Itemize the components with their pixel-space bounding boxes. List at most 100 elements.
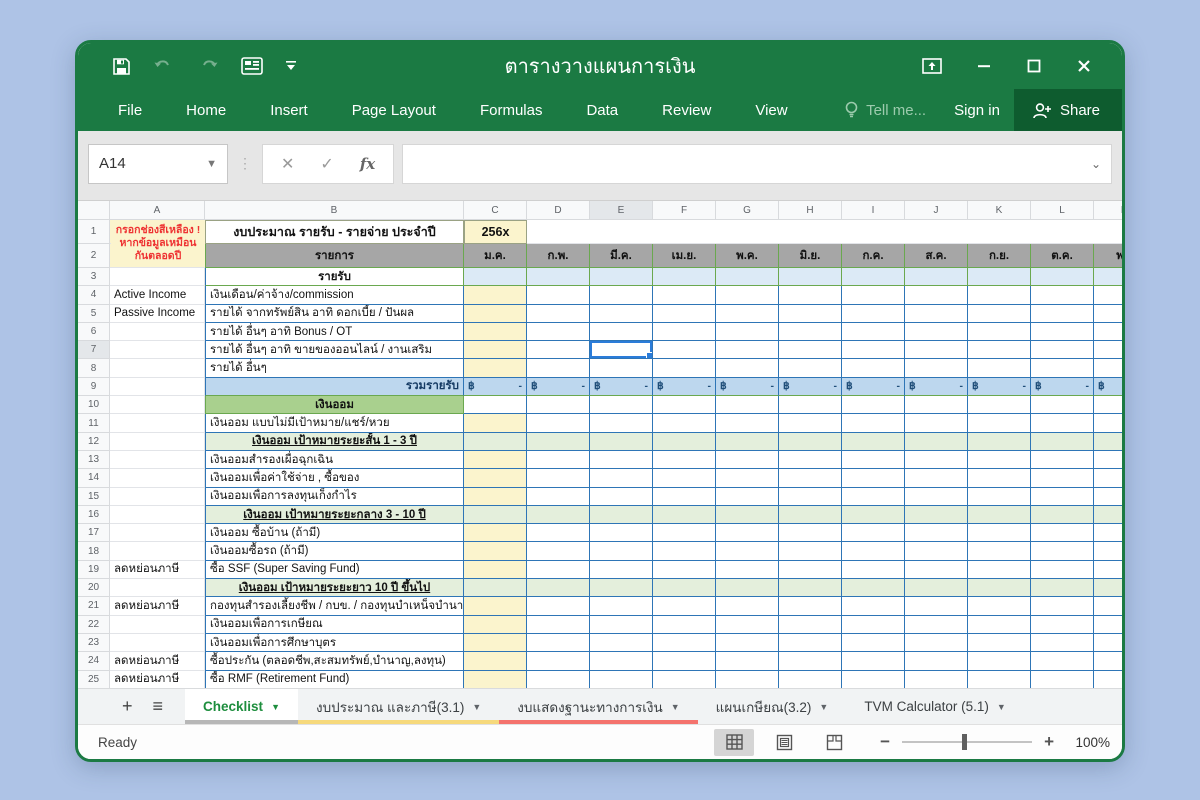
customize-qat-icon[interactable] bbox=[285, 60, 297, 72]
cell-B21[interactable]: กองทุนสำรองเลี้ยงชีพ / กบข. / กองทุนบำเห… bbox=[205, 597, 464, 615]
cell-M22[interactable] bbox=[1094, 616, 1122, 634]
note-cell[interactable]: กรอกช่องสีเหลือง !หากข้อมูลเหมือนกันตลอด… bbox=[111, 220, 205, 267]
all-sheets-icon[interactable]: ≡ bbox=[153, 696, 164, 717]
cell-A14[interactable] bbox=[110, 469, 205, 487]
cell-L19[interactable] bbox=[1031, 561, 1094, 579]
cell-J10[interactable] bbox=[905, 396, 968, 414]
cell-G11[interactable] bbox=[716, 414, 779, 432]
cell-D13[interactable] bbox=[527, 451, 590, 469]
cell-H10[interactable] bbox=[779, 396, 842, 414]
cell-A12[interactable] bbox=[110, 433, 205, 451]
cell-G8[interactable] bbox=[716, 359, 779, 377]
cell-B10[interactable]: เงินออม bbox=[205, 396, 464, 414]
touch-mode-icon[interactable] bbox=[241, 57, 263, 75]
cell-G5[interactable] bbox=[716, 305, 779, 323]
select-all-corner[interactable] bbox=[78, 201, 110, 220]
cell-J5[interactable] bbox=[905, 305, 968, 323]
cell-M17[interactable] bbox=[1094, 524, 1122, 542]
cell-A11[interactable] bbox=[110, 414, 205, 432]
insert-function-icon[interactable]: fx bbox=[360, 155, 375, 173]
column-header-D[interactable]: D bbox=[527, 201, 590, 220]
cell-K6[interactable] bbox=[968, 323, 1031, 341]
cell-B2[interactable]: รายการ bbox=[205, 244, 464, 268]
cell-J22[interactable] bbox=[905, 616, 968, 634]
cell-K12[interactable] bbox=[968, 433, 1031, 451]
cell-A15[interactable] bbox=[110, 488, 205, 506]
cell-M24[interactable] bbox=[1094, 652, 1122, 670]
row-header-8[interactable]: 8 bbox=[78, 359, 110, 377]
cell-K5[interactable] bbox=[968, 305, 1031, 323]
cell-A5[interactable]: Passive Income bbox=[110, 305, 205, 323]
cell-K15[interactable] bbox=[968, 488, 1031, 506]
cell-C1[interactable]: 256x bbox=[464, 220, 527, 244]
cell-E22[interactable] bbox=[590, 616, 653, 634]
sheet-tab-1[interactable]: Checklist▼ bbox=[185, 689, 298, 724]
cell-C7[interactable] bbox=[464, 341, 527, 359]
cell-I24[interactable] bbox=[842, 652, 905, 670]
sheet-tab-arrow-icon[interactable]: ▼ bbox=[997, 702, 1006, 712]
cell-E4[interactable] bbox=[590, 286, 653, 304]
cell-K9[interactable]: ฿- bbox=[968, 378, 1031, 396]
cell-I18[interactable] bbox=[842, 542, 905, 560]
cell-L3[interactable] bbox=[1031, 268, 1094, 286]
cell-M2[interactable]: พ.ย bbox=[1094, 244, 1122, 268]
column-header-C[interactable]: C bbox=[464, 201, 527, 220]
cell-E24[interactable] bbox=[590, 652, 653, 670]
cell-G14[interactable] bbox=[716, 469, 779, 487]
cell-K20[interactable] bbox=[968, 579, 1031, 597]
cell-I8[interactable] bbox=[842, 359, 905, 377]
cell-B11[interactable]: เงินออม แบบไม่มีเป้าหมาย/แชร์/หวย bbox=[205, 414, 464, 432]
cell-H8[interactable] bbox=[779, 359, 842, 377]
zoom-out-icon[interactable]: − bbox=[880, 732, 890, 752]
cell-L2[interactable]: ต.ค. bbox=[1031, 244, 1094, 268]
cell-J7[interactable] bbox=[905, 341, 968, 359]
cell-A18[interactable] bbox=[110, 542, 205, 560]
cell-A23[interactable] bbox=[110, 634, 205, 652]
cell-B8[interactable]: รายได้ อื่นๆ bbox=[205, 359, 464, 377]
cell-E1[interactable] bbox=[590, 220, 653, 244]
cell-C18[interactable] bbox=[464, 542, 527, 560]
cell-D22[interactable] bbox=[527, 616, 590, 634]
cell-C12[interactable] bbox=[464, 433, 527, 451]
tell-me-button[interactable]: Tell me... bbox=[830, 101, 940, 119]
zoom-in-icon[interactable]: + bbox=[1044, 732, 1054, 752]
cell-K14[interactable] bbox=[968, 469, 1031, 487]
cell-H16[interactable] bbox=[779, 506, 842, 524]
cell-D14[interactable] bbox=[527, 469, 590, 487]
cell-B4[interactable]: เงินเดือน/ค่าจ้าง/commission bbox=[205, 286, 464, 304]
cell-L8[interactable] bbox=[1031, 359, 1094, 377]
cell-I21[interactable] bbox=[842, 597, 905, 615]
cell-J23[interactable] bbox=[905, 634, 968, 652]
row-header-22[interactable]: 22 bbox=[78, 616, 110, 634]
cell-I12[interactable] bbox=[842, 433, 905, 451]
row-header-15[interactable]: 15 bbox=[78, 488, 110, 506]
cell-K19[interactable] bbox=[968, 561, 1031, 579]
cell-L22[interactable] bbox=[1031, 616, 1094, 634]
menu-tab-formulas[interactable]: Formulas bbox=[458, 102, 565, 119]
cell-E12[interactable] bbox=[590, 433, 653, 451]
cell-B18[interactable]: เงินออมซื้อรถ (ถ้ามี) bbox=[205, 542, 464, 560]
cell-D9[interactable]: ฿- bbox=[527, 378, 590, 396]
cell-K17[interactable] bbox=[968, 524, 1031, 542]
cell-A21[interactable]: ลดหย่อนภาษี bbox=[110, 597, 205, 615]
row-header-13[interactable]: 13 bbox=[78, 451, 110, 469]
cell-A16[interactable] bbox=[110, 506, 205, 524]
cell-L21[interactable] bbox=[1031, 597, 1094, 615]
cell-H13[interactable] bbox=[779, 451, 842, 469]
cell-A4[interactable]: Active Income bbox=[110, 286, 205, 304]
cell-F13[interactable] bbox=[653, 451, 716, 469]
menu-tab-file[interactable]: File bbox=[112, 102, 164, 119]
cell-F6[interactable] bbox=[653, 323, 716, 341]
cell-K23[interactable] bbox=[968, 634, 1031, 652]
cell-A20[interactable] bbox=[110, 579, 205, 597]
cell-B13[interactable]: เงินออมสำรองเผื่อฉุกเฉิน bbox=[205, 451, 464, 469]
cell-C24[interactable] bbox=[464, 652, 527, 670]
sheet-tab-arrow-icon[interactable]: ▼ bbox=[671, 702, 680, 712]
cell-D25[interactable] bbox=[527, 671, 590, 688]
cell-D18[interactable] bbox=[527, 542, 590, 560]
cell-E11[interactable] bbox=[590, 414, 653, 432]
cell-D11[interactable] bbox=[527, 414, 590, 432]
cell-H11[interactable] bbox=[779, 414, 842, 432]
cell-H5[interactable] bbox=[779, 305, 842, 323]
cell-M15[interactable] bbox=[1094, 488, 1122, 506]
